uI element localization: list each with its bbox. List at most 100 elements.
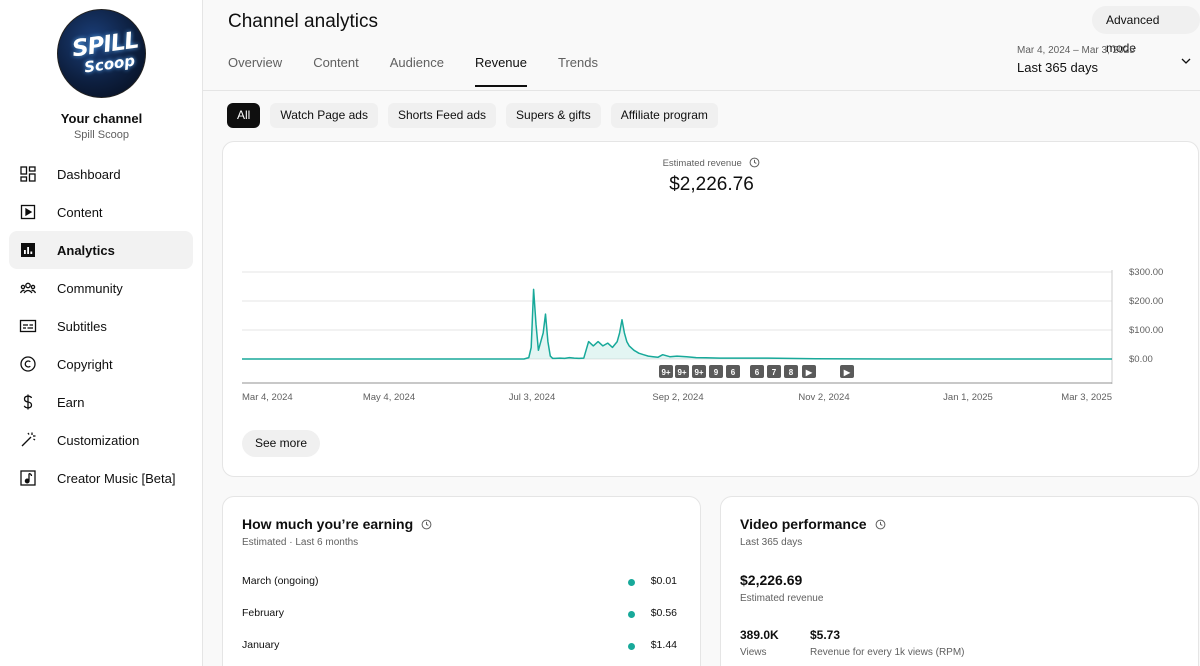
chip-all[interactable]: All: [227, 103, 261, 128]
sidebar-item-label: Dashboard: [57, 166, 121, 182]
revenue-filter-chips: All Watch Page ads Shorts Feed ads Super…: [227, 103, 728, 128]
performance-rpm: $5.73: [810, 628, 841, 642]
revenue-chart-card: Estimated revenue $2,226.76 $300.00 $200.…: [222, 141, 1199, 477]
video-performance-card: Video performance Last 365 days $2,226.6…: [720, 496, 1199, 666]
sidebar-item-subtitles[interactable]: Subtitles: [9, 307, 193, 345]
tab-audience[interactable]: Audience: [390, 55, 444, 87]
x-tick-label: Jul 3, 2024: [509, 392, 555, 403]
performance-subtitle: Last 365 days: [740, 537, 803, 548]
earning-amount: $0.56: [650, 607, 677, 619]
sidebar: SPILL Scoop Your channel Spill Scoop Das…: [0, 0, 203, 666]
event-marker-label: 7: [772, 368, 777, 377]
x-tick-label: Mar 4, 2024: [242, 392, 293, 403]
event-marker-label: 9+: [677, 368, 686, 377]
performance-title-text: Video performance: [740, 516, 867, 532]
page-title: Channel analytics: [228, 11, 378, 32]
y-tick-label: $0.00: [1129, 354, 1153, 365]
analytics-icon: [19, 241, 37, 259]
tab-content[interactable]: Content: [313, 55, 359, 87]
sidebar-item-content[interactable]: Content: [9, 193, 193, 231]
sidebar-item-creator-music[interactable]: Creator Music [Beta]: [9, 459, 193, 497]
performance-views-label: Views: [740, 647, 767, 658]
performance-title: Video performance: [740, 516, 886, 532]
sidebar-item-label: Content: [57, 204, 103, 220]
earning-title-text: How much you’re earning: [242, 516, 414, 532]
list-item: March (ongoing) $0.01: [242, 575, 677, 591]
y-tick-label: $100.00: [1129, 325, 1163, 336]
sidebar-item-label: Copyright: [57, 356, 113, 372]
clock-icon[interactable]: [875, 519, 886, 530]
x-tick-label: Sep 2, 2024: [652, 392, 703, 403]
status-dot: [628, 611, 635, 618]
list-item: January $1.44: [242, 639, 677, 655]
your-channel-label[interactable]: Your channel: [0, 111, 203, 126]
content-icon: [19, 203, 37, 221]
earning-title: How much you’re earning: [242, 516, 432, 532]
chip-watch-page-ads[interactable]: Watch Page ads: [270, 103, 378, 128]
sidebar-item-label: Community: [57, 280, 123, 296]
earning-month: March (ongoing): [242, 575, 319, 587]
channel-name: Spill Scoop: [73, 129, 130, 141]
sidebar-item-earn[interactable]: Earn: [9, 383, 193, 421]
sidebar-item-label: Creator Music [Beta]: [57, 470, 176, 486]
header-divider: [203, 90, 1200, 91]
performance-total-revenue: $2,226.69: [740, 572, 803, 588]
dashboard-icon: [19, 165, 37, 183]
magic-wand-icon: [19, 431, 37, 449]
dollar-icon: [19, 393, 37, 411]
chip-supers-gifts[interactable]: Supers & gifts: [506, 103, 601, 128]
event-marker-label: 6: [731, 368, 736, 377]
sidebar-item-copyright[interactable]: Copyright: [9, 345, 193, 383]
y-tick-label: $300.00: [1129, 267, 1163, 278]
see-more-button[interactable]: See more: [242, 430, 321, 457]
status-dot: [628, 579, 635, 586]
community-icon: [19, 279, 37, 297]
tab-revenue[interactable]: Revenue: [474, 55, 527, 87]
y-tick-label: $200.00: [1129, 296, 1163, 307]
earning-amount: $0.01: [650, 575, 677, 587]
chart-area-fill: [242, 289, 1112, 359]
x-tick-label: Jan 1, 2025: [943, 392, 993, 403]
event-marker-label: ▶: [843, 368, 851, 377]
earning-month: February: [242, 607, 285, 619]
channel-avatar[interactable]: SPILL Scoop: [57, 9, 146, 98]
analytics-tabs: Overview Content Audience Revenue Trends: [228, 55, 629, 87]
chevron-down-icon[interactable]: [1180, 55, 1192, 67]
event-marker-label: 6: [755, 368, 760, 377]
earning-amount: $1.44: [650, 639, 677, 651]
chip-affiliate-program[interactable]: Affiliate program: [610, 103, 718, 128]
date-period-selector[interactable]: Last 365 days: [1017, 60, 1098, 75]
sidebar-item-label: Customization: [57, 432, 140, 448]
earning-card: How much you’re earning Estimated · Last…: [222, 496, 701, 666]
revenue-chart[interactable]: $300.00 $200.00 $100.00 $0.00 9+ 9+ 9+ 9 6 6 7 8 ▶ ▶ M…: [223, 142, 1200, 432]
event-marker-label: ▶: [805, 368, 813, 377]
copyright-icon: [19, 355, 37, 373]
date-range[interactable]: Mar 4, 2024 – Mar 3, 2025: [1017, 45, 1135, 56]
x-tick-label: Mar 3, 2025: [1061, 392, 1112, 403]
status-dot: [628, 643, 635, 650]
earning-subtitle: Estimated · Last 6 months: [242, 537, 359, 548]
tab-overview[interactable]: Overview: [228, 55, 282, 87]
sidebar-item-label: Earn: [57, 394, 85, 410]
event-marker-label: 9: [714, 368, 719, 377]
event-marker-label: 9+: [694, 368, 703, 377]
subtitles-icon: [19, 317, 37, 335]
chip-shorts-feed-ads[interactable]: Shorts Feed ads: [387, 103, 497, 128]
sidebar-item-customization[interactable]: Customization: [9, 421, 193, 459]
earning-month: January: [242, 639, 280, 651]
sidebar-item-analytics[interactable]: Analytics: [9, 231, 193, 269]
sidebar-item-label: Subtitles: [57, 318, 107, 334]
advanced-mode-button[interactable]: Advanced mode: [1092, 6, 1200, 55]
list-item: February $0.56: [242, 607, 677, 623]
performance-views: 389.0K: [740, 628, 779, 642]
x-tick-label: May 4, 2024: [363, 392, 415, 403]
music-note-icon: [19, 469, 37, 487]
clock-icon[interactable]: [421, 519, 432, 530]
sidebar-item-community[interactable]: Community: [9, 269, 193, 307]
performance-total-label: Estimated revenue: [740, 593, 824, 604]
sidebar-nav: Dashboard Content Analytics Community Su…: [9, 155, 193, 497]
event-marker-label: 8: [789, 368, 794, 377]
tab-trends[interactable]: Trends: [558, 55, 598, 87]
sidebar-item-dashboard[interactable]: Dashboard: [9, 155, 193, 193]
event-marker-label: 9+: [661, 368, 670, 377]
